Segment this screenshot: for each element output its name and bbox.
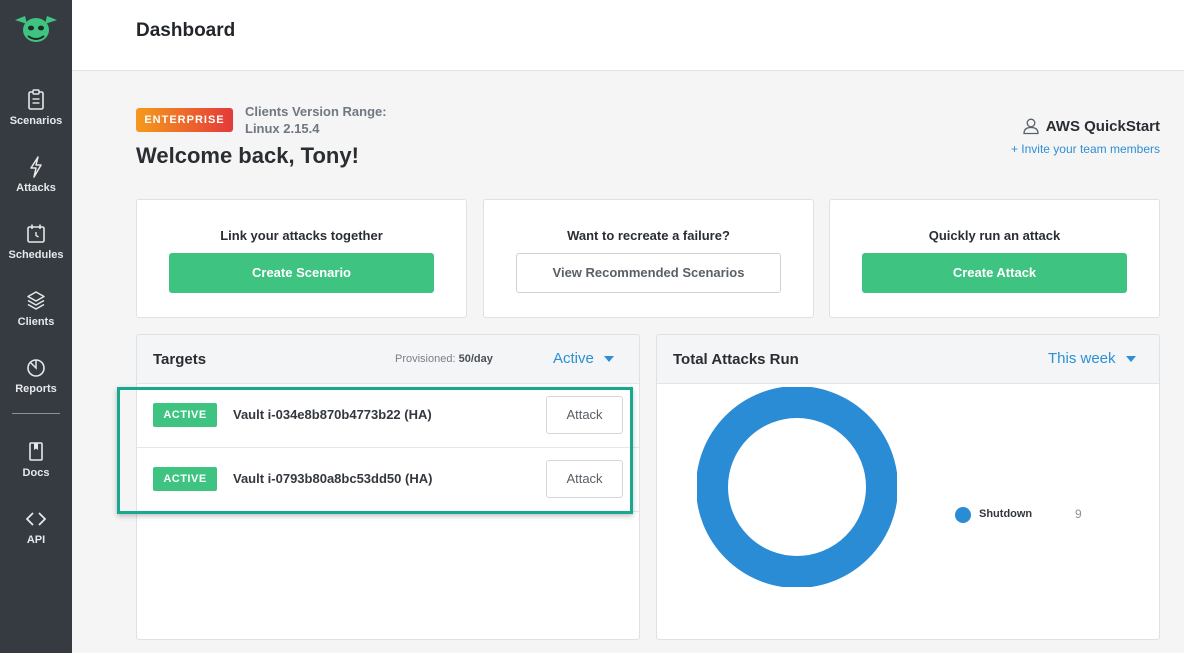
status-badge: ACTIVE	[153, 467, 217, 491]
book-icon	[29, 442, 43, 461]
card-heading: Want to recreate a failure?	[567, 228, 730, 243]
welcome-heading: Welcome back, Tony!	[136, 143, 359, 168]
target-row: ACTIVE Vault i-034e8b870b4773b22 (HA) At…	[137, 384, 639, 448]
attacks-run-panel: Total Attacks Run This week Shutdown 9	[656, 334, 1160, 640]
sidebar-item-label: Schedules	[8, 249, 64, 261]
sidebar-item-label: Docs	[22, 467, 50, 479]
legend-value: 9	[1075, 507, 1082, 521]
sidebar-item-label: Clients	[17, 316, 55, 328]
attack-button[interactable]: Attack	[546, 460, 623, 498]
calendar-icon	[27, 224, 45, 243]
targets-panel-header: Targets Provisioned: 50/day Active	[137, 335, 639, 384]
targets-status-dropdown[interactable]: Active	[553, 350, 614, 367]
attacks-run-panel-header: Total Attacks Run This week	[657, 335, 1159, 384]
scenario-card: Link your attacks together Create Scenar…	[136, 199, 467, 318]
sidebar-item-api[interactable]: API	[0, 508, 72, 546]
dropdown-value: This week	[1048, 350, 1116, 367]
enterprise-badge: ENTERPRISE	[136, 108, 233, 132]
code-icon	[25, 512, 47, 526]
sidebar-item-reports[interactable]: Reports	[0, 357, 72, 395]
sidebar-item-label: API	[26, 534, 46, 546]
view-recommended-scenarios-button[interactable]: View Recommended Scenarios	[516, 253, 781, 293]
user-icon	[1023, 118, 1039, 135]
provisioned-info: Provisioned: 50/day	[395, 353, 493, 365]
top-bar: Dashboard	[72, 0, 1184, 71]
team-name-label: AWS QuickStart	[1045, 117, 1160, 135]
sidebar-item-label: Attacks	[16, 182, 56, 194]
target-row: ACTIVE Vault i-0793b80a8bc53dd50 (HA) At…	[137, 448, 639, 512]
gremlin-logo-icon[interactable]	[13, 12, 59, 48]
time-range-dropdown[interactable]: This week	[1048, 350, 1136, 367]
clipboard-icon	[28, 89, 44, 110]
sidebar-item-scenarios[interactable]: Scenarios	[0, 89, 72, 127]
sidebar-item-clients[interactable]: Clients	[0, 290, 72, 328]
legend-label: Shutdown	[979, 508, 1033, 520]
sidebar-divider	[12, 413, 60, 414]
attack-button[interactable]: Attack	[546, 396, 623, 434]
clients-version-range: Clients Version Range: Linux 2.15.4	[245, 103, 387, 137]
target-name: Vault i-0793b80a8bc53dd50 (HA)	[233, 471, 433, 486]
chevron-down-icon	[603, 355, 614, 362]
layers-icon	[27, 291, 45, 310]
sidebar-item-schedules[interactable]: Schedules	[0, 223, 72, 261]
invite-team-link[interactable]: + Invite your team members	[1011, 142, 1160, 156]
card-heading: Quickly run an attack	[928, 228, 1061, 243]
attacks-run-title: Total Attacks Run	[673, 351, 799, 368]
sidebar-item-label: Scenarios	[9, 115, 63, 127]
card-heading: Link your attacks together	[220, 228, 383, 243]
provisioned-value: 50/day	[458, 353, 493, 365]
status-badge: ACTIVE	[153, 403, 217, 427]
lightning-icon	[30, 156, 42, 178]
attacks-donut-chart	[697, 387, 897, 587]
target-name: Vault i-034e8b870b4773b22 (HA)	[233, 407, 432, 422]
sidebar-item-attacks[interactable]: Attacks	[0, 156, 72, 194]
version-value: Linux 2.15.4	[245, 121, 320, 136]
attack-card: Quickly run an attack Create Attack	[829, 199, 1160, 318]
targets-panel: Targets Provisioned: 50/day Active ACTIV…	[136, 334, 640, 640]
version-label: Clients Version Range:	[245, 104, 387, 119]
page-title: Dashboard	[136, 20, 236, 41]
sidebar-item-docs[interactable]: Docs	[0, 441, 72, 479]
legend-swatch	[955, 507, 971, 523]
sidebar: Scenarios Attacks Schedules Clients Repo…	[0, 0, 72, 653]
chevron-down-icon	[1125, 355, 1136, 362]
recommended-card: Want to recreate a failure? View Recomme…	[483, 199, 814, 318]
create-scenario-button[interactable]: Create Scenario	[169, 253, 434, 293]
sidebar-item-label: Reports	[15, 383, 57, 395]
pie-chart-icon	[27, 359, 45, 377]
donut-slice-shutdown	[697, 387, 897, 587]
create-attack-button[interactable]: Create Attack	[862, 253, 1127, 293]
provisioned-label: Provisioned:	[395, 353, 456, 365]
team-name[interactable]: AWS QuickStart	[1022, 117, 1160, 135]
dropdown-value: Active	[553, 350, 594, 367]
targets-title: Targets	[153, 351, 207, 368]
